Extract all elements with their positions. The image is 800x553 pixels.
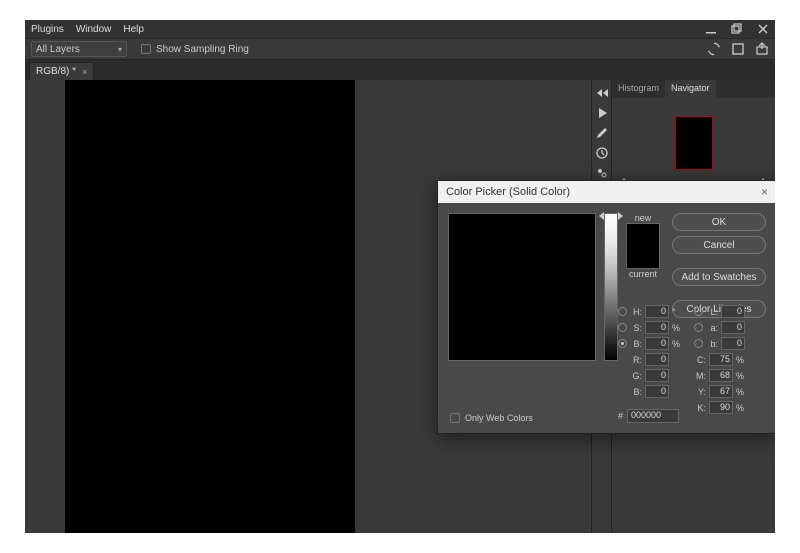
play-icon[interactable] bbox=[595, 106, 609, 120]
ok-button[interactable]: OK bbox=[672, 213, 766, 231]
minimize-icon[interactable] bbox=[705, 23, 717, 35]
tab-histogram[interactable]: Histogram bbox=[612, 80, 665, 98]
blue-field[interactable]: 0 bbox=[645, 385, 669, 398]
sampling-ring-label: Show Sampling Ring bbox=[156, 44, 249, 55]
sample-dropdown[interactable]: All Layers ▾ bbox=[31, 41, 127, 57]
g-field[interactable]: 0 bbox=[645, 369, 669, 382]
s-field[interactable]: 0 bbox=[645, 321, 669, 334]
s-radio[interactable] bbox=[618, 323, 627, 332]
document-tab[interactable]: RGB/8) * × bbox=[29, 62, 94, 80]
frame-icon[interactable] bbox=[731, 42, 745, 56]
l-radio[interactable] bbox=[694, 307, 703, 316]
current-color-label: current bbox=[629, 269, 657, 279]
new-color-label: new bbox=[635, 213, 652, 223]
sampling-ring-checkbox[interactable] bbox=[141, 44, 151, 54]
cancel-button[interactable]: Cancel bbox=[672, 236, 766, 254]
share-icon[interactable] bbox=[755, 42, 769, 56]
sync-icon[interactable] bbox=[707, 42, 721, 56]
hue-slider[interactable] bbox=[604, 213, 618, 361]
restore-icon[interactable] bbox=[731, 23, 743, 35]
adjust-icon[interactable] bbox=[595, 166, 609, 180]
close-icon[interactable] bbox=[757, 23, 769, 35]
web-colors-checkbox[interactable] bbox=[450, 413, 460, 423]
menu-plugins[interactable]: Plugins bbox=[31, 24, 64, 35]
chevron-down-icon: ▾ bbox=[118, 45, 122, 54]
r-field[interactable]: 0 bbox=[645, 353, 669, 366]
brush-icon[interactable] bbox=[595, 126, 609, 140]
m-field[interactable]: 68 bbox=[709, 369, 733, 382]
b-radio[interactable] bbox=[618, 339, 627, 348]
color-picker-dialog: Color Picker (Solid Color) × new current… bbox=[437, 180, 775, 434]
h-radio[interactable] bbox=[618, 307, 627, 316]
a-field[interactable]: 0 bbox=[721, 321, 745, 334]
h-field[interactable]: 0 bbox=[645, 305, 669, 318]
dialog-titlebar[interactable]: Color Picker (Solid Color) × bbox=[438, 181, 775, 203]
document-tab-label: RGB/8) * bbox=[36, 66, 76, 77]
dialog-title: Color Picker (Solid Color) bbox=[446, 186, 570, 198]
history-icon[interactable] bbox=[595, 146, 609, 160]
expand-panel-icon[interactable] bbox=[595, 86, 609, 100]
hex-label: # bbox=[618, 411, 623, 421]
hex-field[interactable]: 000000 bbox=[627, 409, 679, 423]
a-radio[interactable] bbox=[694, 323, 703, 332]
k-field[interactable]: 90 bbox=[709, 401, 733, 414]
menu-help[interactable]: Help bbox=[123, 24, 144, 35]
navigator-thumbnail[interactable] bbox=[675, 116, 713, 170]
web-colors-label: Only Web Colors bbox=[465, 413, 533, 423]
saturation-value-field[interactable] bbox=[448, 213, 596, 361]
bl-field[interactable]: 0 bbox=[721, 337, 745, 350]
bright-field[interactable]: 0 bbox=[645, 337, 669, 350]
menu-bar: Plugins Window Help bbox=[25, 20, 775, 38]
app-window: Plugins Window Help All Layers ▾ Show Sa… bbox=[25, 20, 775, 533]
tab-navigator[interactable]: Navigator bbox=[665, 80, 716, 98]
canvas[interactable] bbox=[65, 80, 355, 533]
y-field[interactable]: 67 bbox=[709, 385, 733, 398]
l-field[interactable]: 0 bbox=[721, 305, 745, 318]
document-tab-bar: RGB/8) * × bbox=[25, 60, 775, 80]
color-swatch bbox=[626, 223, 660, 269]
menu-window[interactable]: Window bbox=[76, 24, 112, 35]
c-field[interactable]: 75 bbox=[709, 353, 733, 366]
sample-dropdown-label: All Layers bbox=[36, 44, 80, 55]
dialog-close-icon[interactable]: × bbox=[761, 185, 768, 199]
bl-radio[interactable] bbox=[694, 339, 703, 348]
options-bar: All Layers ▾ Show Sampling Ring bbox=[25, 38, 775, 60]
close-tab-icon[interactable]: × bbox=[82, 67, 87, 77]
add-to-swatches-button[interactable]: Add to Swatches bbox=[672, 268, 766, 286]
navigator-panel bbox=[612, 98, 775, 188]
